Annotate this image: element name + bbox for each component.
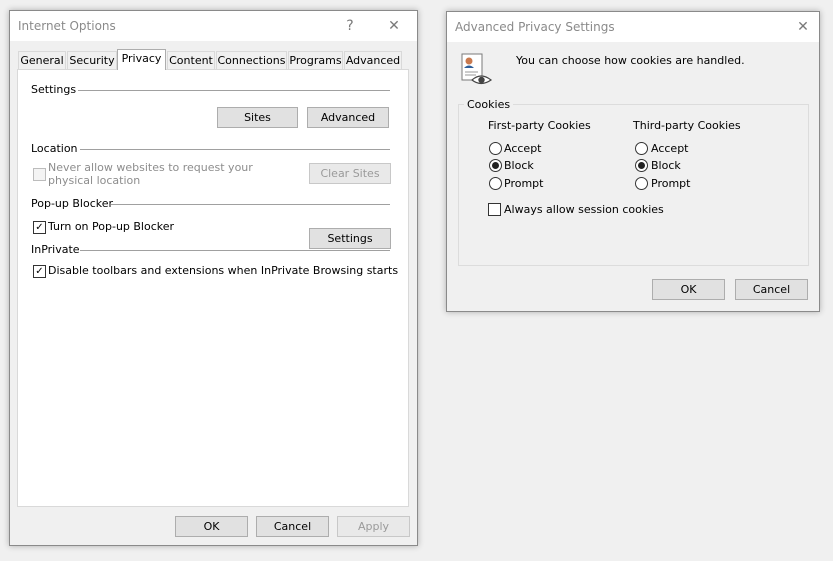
- popup-settings-button[interactable]: Settings: [309, 228, 391, 249]
- inprivate-group-title: InPrivate: [31, 243, 80, 256]
- third-party-prompt-radio[interactable]: [635, 177, 648, 190]
- third-party-block-label: Block: [651, 159, 681, 172]
- cookies-group-title: Cookies: [464, 98, 514, 111]
- ok-button[interactable]: OK: [652, 279, 725, 300]
- settings-divider: [78, 90, 390, 91]
- first-party-accept-label: Accept: [504, 142, 542, 155]
- apply-button[interactable]: Apply: [337, 516, 410, 537]
- third-party-accept-label: Accept: [651, 142, 689, 155]
- close-icon[interactable]: ✕: [384, 15, 404, 37]
- third-party-prompt-label: Prompt: [651, 177, 691, 190]
- popup-group-title: Pop-up Blocker: [31, 197, 114, 210]
- internet-options-window: Internet Options ? ✕ General Security Pr…: [9, 10, 418, 546]
- third-party-accept-radio[interactable]: [635, 142, 648, 155]
- location-divider: [80, 149, 390, 150]
- help-icon[interactable]: ?: [340, 15, 360, 37]
- session-cookies-label: Always allow session cookies: [504, 203, 664, 216]
- third-party-header: Third-party Cookies: [633, 119, 741, 132]
- window-title: Advanced Privacy Settings: [455, 20, 615, 34]
- tab-label: Security: [69, 54, 115, 67]
- cancel-button[interactable]: Cancel: [735, 279, 808, 300]
- tab-privacy[interactable]: Privacy: [117, 49, 166, 70]
- session-cookies-checkbox[interactable]: [488, 203, 501, 216]
- popup-blocker-checkbox[interactable]: ✓: [33, 221, 46, 234]
- first-party-header: First-party Cookies: [488, 119, 591, 132]
- popup-blocker-label: Turn on Pop-up Blocker: [48, 220, 175, 233]
- tab-general[interactable]: General: [18, 51, 66, 69]
- tab-programs[interactable]: Programs: [288, 51, 343, 69]
- clear-sites-button[interactable]: Clear Sites: [309, 163, 391, 184]
- third-party-block-radio[interactable]: [635, 159, 648, 172]
- advanced-button[interactable]: Advanced: [307, 107, 389, 128]
- close-icon[interactable]: ✕: [793, 16, 813, 38]
- never-allow-location-label-line2: physical location: [48, 174, 141, 187]
- settings-group-title: Settings: [31, 83, 77, 96]
- popup-divider: [111, 204, 390, 205]
- privacy-document-icon: [460, 52, 494, 86]
- tab-label: Programs: [289, 54, 342, 67]
- disable-toolbars-label: Disable toolbars and extensions when InP…: [48, 264, 399, 277]
- advanced-privacy-titlebar[interactable]: Advanced Privacy Settings ✕: [447, 12, 819, 42]
- tab-content[interactable]: Content: [167, 51, 215, 69]
- disable-toolbars-checkbox[interactable]: ✓: [33, 265, 46, 278]
- cancel-button[interactable]: Cancel: [256, 516, 329, 537]
- never-allow-location-label-line1: Never allow websites to request your: [48, 161, 253, 174]
- tab-advanced[interactable]: Advanced: [344, 51, 402, 69]
- first-party-prompt-radio[interactable]: [489, 177, 502, 190]
- sites-button[interactable]: Sites: [217, 107, 298, 128]
- never-allow-location-checkbox[interactable]: [33, 168, 46, 181]
- tab-label: Content: [169, 54, 213, 67]
- advanced-privacy-window: Advanced Privacy Settings ✕ You can choo…: [446, 11, 820, 312]
- inprivate-divider: [80, 250, 390, 251]
- tab-label: Privacy: [121, 52, 162, 65]
- tab-label: Advanced: [345, 54, 401, 67]
- tab-connections[interactable]: Connections: [216, 51, 287, 69]
- ok-button[interactable]: OK: [175, 516, 248, 537]
- first-party-accept-radio[interactable]: [489, 142, 502, 155]
- location-group-title: Location: [31, 142, 78, 155]
- tab-security[interactable]: Security: [67, 51, 117, 69]
- first-party-block-radio[interactable]: [489, 159, 502, 172]
- first-party-block-label: Block: [504, 159, 534, 172]
- window-title: Internet Options: [18, 19, 116, 33]
- first-party-prompt-label: Prompt: [504, 177, 544, 190]
- tab-label: General: [20, 54, 64, 67]
- tab-label: Connections: [217, 54, 286, 67]
- privacy-panel: Settings Sites Advanced Location Never a…: [17, 69, 409, 507]
- cookies-description: You can choose how cookies are handled.: [516, 54, 745, 67]
- internet-options-titlebar[interactable]: Internet Options ? ✕: [10, 11, 417, 41]
